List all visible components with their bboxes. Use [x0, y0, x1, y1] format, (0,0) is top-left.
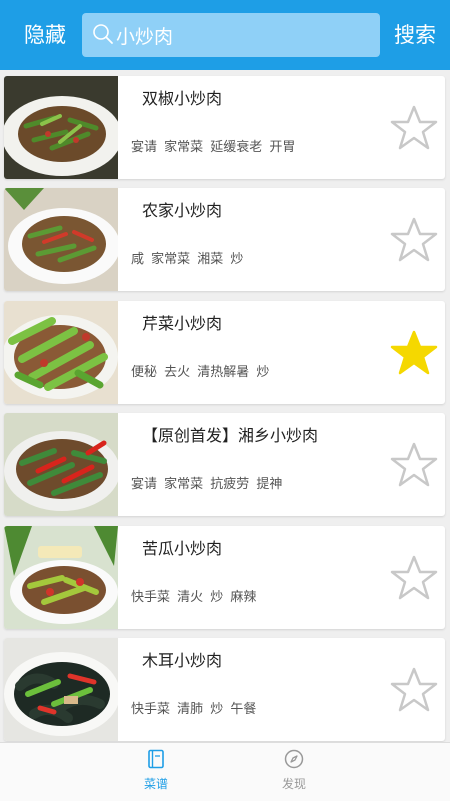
recipe-title: 芹菜小炒肉 [142, 314, 223, 333]
recipe-title: 农家小炒肉 [142, 201, 223, 220]
star-outline-icon[interactable] [389, 216, 439, 262]
tab-label: 菜谱 [143, 777, 168, 791]
star-outline-icon[interactable] [389, 104, 439, 150]
recipe-image [4, 413, 118, 516]
recipe-image [4, 526, 118, 629]
recipe-tags: 宴请 家常菜 抗疲劳 提神 [131, 477, 283, 492]
search-box[interactable] [82, 13, 380, 57]
recipe-tags: 咸 家常菜 湘菜 炒 [131, 252, 244, 267]
bottom-tab-bar: 菜谱 发现 [0, 742, 450, 801]
recipe-list[interactable]: 双椒小炒肉 宴请 家常菜 延缓衰老 开胃 农家小炒肉 咸 家常菜 湘菜 炒 芹菜… [0, 70, 450, 742]
recipe-title: 木耳小炒肉 [142, 651, 223, 670]
tab-discover[interactable]: 发现 [264, 749, 324, 792]
recipe-tags: 便秘 去火 清热解暑 炒 [131, 365, 270, 380]
recipe-image [4, 301, 118, 404]
recipe-card[interactable]: 苦瓜小炒肉 快手菜 清火 炒 麻辣 [4, 526, 445, 629]
recipe-tags: 宴请 家常菜 延缓衰老 开胃 [131, 140, 296, 155]
star-outline-icon[interactable] [389, 554, 439, 600]
recipe-title: 苦瓜小炒肉 [142, 539, 223, 558]
recipe-card[interactable]: 【原创首发】湘乡小炒肉 宴请 家常菜 抗疲劳 提神 [4, 413, 445, 516]
recipe-book-icon [148, 749, 164, 769]
compass-icon [284, 749, 304, 769]
search-icon [93, 24, 113, 44]
recipe-card[interactable]: 木耳小炒肉 快手菜 清肺 炒 午餐 [4, 638, 445, 741]
search-button[interactable]: 搜索 [394, 21, 436, 49]
star-outline-icon[interactable] [389, 441, 439, 487]
tab-label: 发现 [281, 777, 306, 791]
recipe-card[interactable]: 双椒小炒肉 宴请 家常菜 延缓衰老 开胃 [4, 76, 445, 179]
recipe-card[interactable]: 芹菜小炒肉 便秘 去火 清热解暑 炒 [4, 301, 445, 404]
tab-recipes[interactable]: 菜谱 [126, 749, 186, 792]
search-input[interactable] [116, 21, 366, 49]
hide-button[interactable]: 隐藏 [24, 21, 66, 49]
recipe-tags: 快手菜 清肺 炒 午餐 [131, 702, 257, 717]
recipe-tags: 快手菜 清火 炒 麻辣 [131, 590, 257, 605]
top-bar: 隐藏 搜索 [0, 0, 450, 70]
recipe-image [4, 76, 118, 179]
star-outline-icon[interactable] [389, 666, 439, 712]
recipe-image [4, 188, 118, 291]
recipe-card[interactable]: 农家小炒肉 咸 家常菜 湘菜 炒 [4, 188, 445, 291]
recipe-image [4, 638, 118, 741]
star-filled-icon[interactable] [389, 329, 439, 375]
recipe-title: 双椒小炒肉 [142, 89, 223, 108]
recipe-title: 【原创首发】湘乡小炒肉 [142, 426, 319, 445]
